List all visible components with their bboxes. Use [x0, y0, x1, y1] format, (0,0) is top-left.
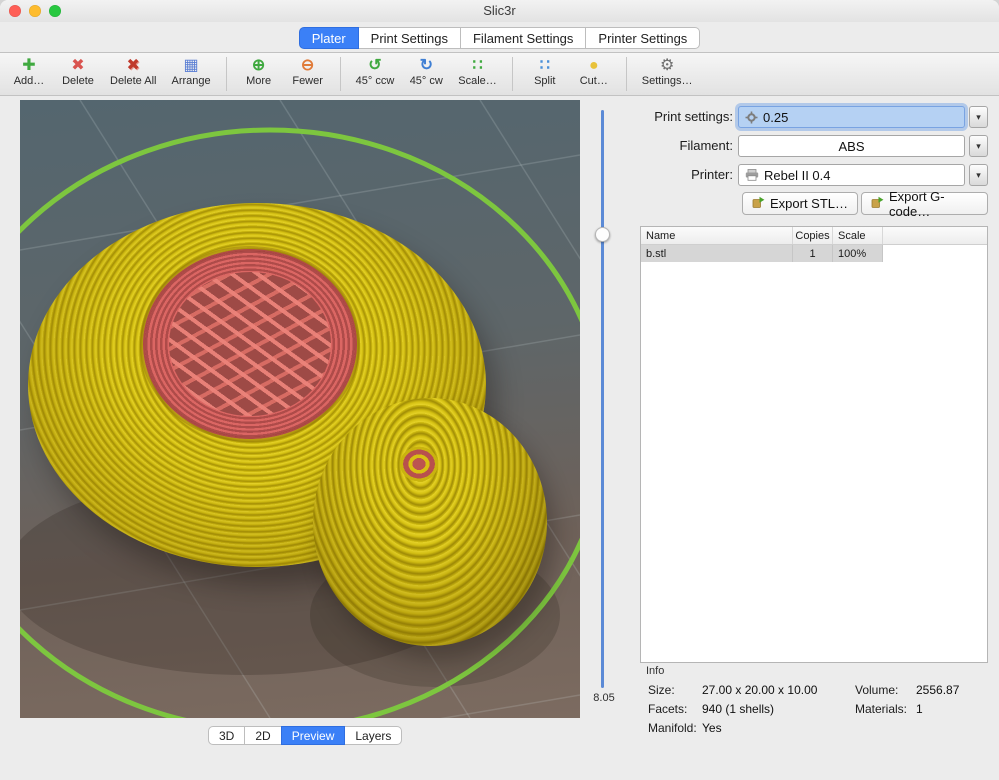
- arrange-icon: [183, 56, 198, 75]
- traffic-lights: [9, 5, 61, 17]
- rotate-ccw-icon: [368, 56, 381, 75]
- materials-label: Materials:: [855, 702, 907, 716]
- plater-toolbar: Add… Delete Delete All Arrange More Fewe…: [0, 52, 999, 96]
- cell-name: b.stl: [641, 245, 793, 262]
- printer-combo[interactable]: Rebel II 0.4: [738, 164, 965, 186]
- manifold-label: Manifold:: [648, 721, 697, 735]
- chevron-down-icon: ▾: [976, 170, 981, 181]
- materials-value: 1: [916, 702, 923, 716]
- slic3r-window: Slic3r Plater Print Settings Filament Se…: [0, 0, 999, 780]
- layer-height-value: 8.05: [586, 692, 622, 704]
- tab-printer-settings[interactable]: Printer Settings: [585, 27, 700, 49]
- size-label: Size:: [648, 683, 675, 697]
- arrange-button[interactable]: Arrange: [171, 53, 210, 95]
- close-button[interactable]: [9, 5, 21, 17]
- cut-button[interactable]: Cut…: [577, 53, 611, 95]
- chevron-down-icon: ▾: [976, 141, 981, 152]
- delete-all-button[interactable]: Delete All: [110, 53, 156, 95]
- toolbar-separator: [226, 57, 227, 91]
- column-header-name[interactable]: Name: [641, 227, 793, 244]
- filament-label: Filament:: [640, 135, 733, 157]
- column-header-copies[interactable]: Copies: [793, 227, 833, 244]
- object-list-table: Name Copies Scale b.stl 1 100%: [640, 226, 988, 663]
- tab-print-settings[interactable]: Print Settings: [358, 27, 461, 49]
- tab-plater[interactable]: Plater: [299, 27, 359, 49]
- column-header-scale[interactable]: Scale: [833, 227, 883, 244]
- facets-label: Facets:: [648, 702, 687, 716]
- print-settings-value: 0.25: [763, 110, 788, 125]
- add-button[interactable]: Add…: [12, 53, 46, 95]
- export-icon: [871, 196, 884, 212]
- printer-value: Rebel II 0.4: [764, 168, 831, 183]
- split-icon: [540, 56, 550, 75]
- sparse-infill-pattern: [169, 272, 331, 416]
- more-icon: [252, 56, 265, 75]
- scale-icon: [472, 56, 482, 75]
- view-layers-button[interactable]: Layers: [344, 726, 402, 745]
- zoom-button[interactable]: [49, 5, 61, 17]
- filament-combo[interactable]: ABS: [738, 135, 965, 157]
- view-3d-button[interactable]: 3D: [208, 726, 245, 745]
- print-settings-combo[interactable]: 0.25: [738, 106, 965, 128]
- chevron-down-icon: ▾: [976, 112, 981, 123]
- add-icon: [22, 56, 35, 75]
- view-mode-tabs: 3D 2D Preview Layers: [208, 726, 402, 745]
- delete-icon: [71, 56, 84, 75]
- filament-value: ABS: [838, 139, 864, 154]
- cell-scale: 100%: [833, 245, 883, 262]
- model-dome-small[interactable]: [313, 398, 547, 646]
- printer-icon: [745, 169, 759, 181]
- volume-value: 2556.87: [916, 683, 959, 697]
- top-infill-small: [397, 444, 441, 484]
- filament-dropdown-button[interactable]: ▾: [969, 135, 988, 157]
- tab-filament-settings[interactable]: Filament Settings: [460, 27, 586, 49]
- export-icon: [752, 196, 765, 212]
- rotate-cw-icon: [420, 56, 433, 75]
- settings-icon: [660, 56, 674, 75]
- settings-panel: Print settings: 0.25 ▾ Filament: ABS ▾ P…: [640, 100, 988, 772]
- cut-icon: [589, 56, 599, 75]
- settings-button[interactable]: Settings…: [642, 53, 693, 95]
- facets-value: 940 (1 shells): [702, 702, 774, 716]
- cell-copies: 1: [793, 245, 833, 262]
- toolbar-separator: [340, 57, 341, 91]
- 3d-viewport[interactable]: [20, 100, 580, 718]
- manifold-value: Yes: [702, 721, 722, 735]
- fewer-icon: [301, 56, 314, 75]
- info-section-title: Info: [646, 665, 664, 677]
- export-stl-button[interactable]: Export STL…: [742, 192, 858, 215]
- volume-label: Volume:: [855, 683, 898, 697]
- delete-button[interactable]: Delete: [61, 53, 95, 95]
- delete-all-icon: [127, 56, 140, 75]
- printer-label: Printer:: [640, 164, 733, 186]
- window-title: Slic3r: [0, 0, 999, 22]
- scale-button[interactable]: Scale…: [458, 53, 497, 95]
- size-value: 27.00 x 20.00 x 10.00: [702, 683, 817, 697]
- layer-slider-thumb[interactable]: [595, 227, 610, 242]
- rotate-ccw-button[interactable]: 45° ccw: [356, 53, 395, 95]
- view-preview-button[interactable]: Preview: [281, 726, 346, 745]
- print-settings-label: Print settings:: [640, 106, 733, 128]
- table-row[interactable]: b.stl 1 100%: [641, 245, 987, 262]
- fewer-button[interactable]: Fewer: [291, 53, 325, 95]
- layer-slider-track[interactable]: [601, 110, 604, 688]
- top-infill-large: [143, 249, 357, 439]
- column-header-filler: [883, 227, 987, 244]
- table-header: Name Copies Scale: [641, 227, 987, 245]
- split-button[interactable]: Split: [528, 53, 562, 95]
- print-settings-dropdown-button[interactable]: ▾: [969, 106, 988, 128]
- minimize-button[interactable]: [29, 5, 41, 17]
- main-tabs: Plater Print Settings Filament Settings …: [0, 27, 999, 49]
- view-2d-button[interactable]: 2D: [244, 726, 281, 745]
- title-bar[interactable]: Slic3r: [0, 0, 999, 22]
- printer-dropdown-button[interactable]: ▾: [969, 164, 988, 186]
- gear-icon: [745, 111, 758, 124]
- info-grid: Size: 27.00 x 20.00 x 10.00 Volume: 2556…: [640, 683, 988, 745]
- rotate-cw-button[interactable]: 45° cw: [409, 53, 443, 95]
- toolbar-separator: [626, 57, 627, 91]
- export-gcode-button[interactable]: Export G-code…: [861, 192, 988, 215]
- more-button[interactable]: More: [242, 53, 276, 95]
- toolbar-separator: [512, 57, 513, 91]
